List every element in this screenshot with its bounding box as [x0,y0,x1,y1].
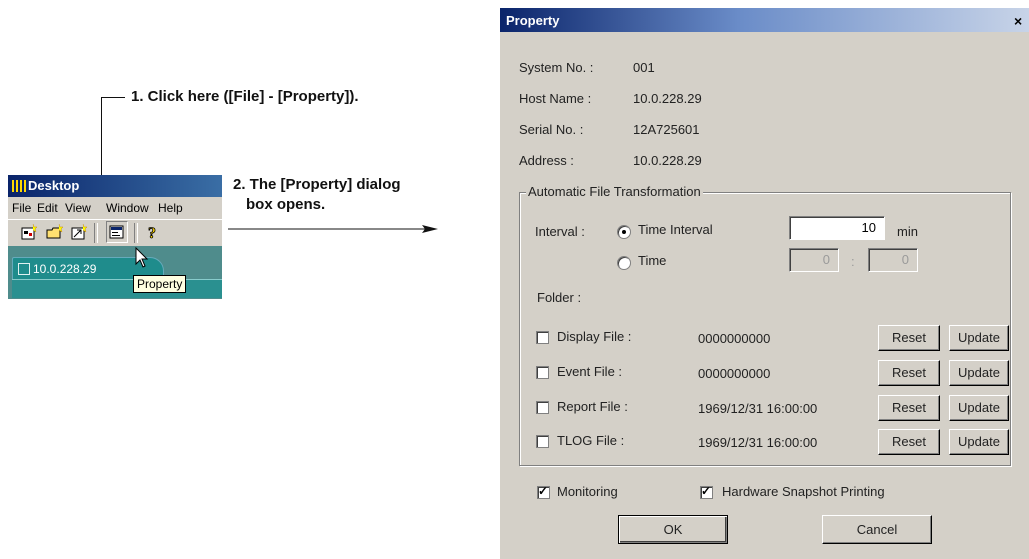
event-reset-button[interactable]: Reset [878,360,940,386]
snapshot-printing-label: Hardware Snapshot Printing [722,484,885,499]
callout-step2-line1: 2. The [Property] dialog [233,176,401,193]
import-icon[interactable] [70,223,88,241]
host-tab-label: 10.0.228.29 [33,262,97,276]
display-file-value: 0000000000 [698,331,771,346]
menu-help[interactable]: Help [158,201,183,215]
report-file-checkbox[interactable] [536,401,549,414]
report-update-button[interactable]: Update [949,395,1009,421]
snapshot-printing-checkbox[interactable]: ✓ [700,484,713,499]
menu-file[interactable]: File [12,201,31,215]
toolbar-separator [94,223,98,243]
time-radio[interactable] [617,256,631,270]
display-reset-button[interactable]: Reset [878,325,940,351]
interval-input[interactable]: 10 [789,216,885,240]
address-value: 10.0.228.29 [633,153,702,168]
callout1-leader-horizontal [101,97,125,98]
folder-label: Folder : [537,290,582,305]
host-panel [12,279,222,298]
serial-no-label: Serial No. : [519,122,584,137]
report-reset-button[interactable]: Reset [878,395,940,421]
display-file-label: Display File : [557,329,632,344]
event-file-label: Event File : [557,364,623,379]
host-tab-checkbox[interactable] [18,263,30,275]
property-dialog: Property × System No. : 001 Host Name : … [499,7,1029,559]
desktop-window: Desktop File Edit View Window Help ? 10.… [8,175,222,299]
desktop-title-bar: Desktop [8,175,222,197]
ok-button[interactable]: OK [618,515,728,544]
menu-edit[interactable]: Edit [37,201,58,215]
property-tooltip: Property [133,275,187,293]
mouse-cursor-icon [135,247,149,268]
tlog-reset-button[interactable]: Reset [878,429,940,455]
monitoring-label: Monitoring [557,484,618,499]
cancel-button[interactable]: Cancel [822,515,932,544]
tlog-file-value: 1969/12/31 16:00:00 [698,435,818,450]
serial-no-value: 12A725601 [633,122,700,137]
toolbar-separator [134,223,138,243]
time-interval-radio[interactable] [617,225,631,239]
time-separator: : [851,254,855,269]
desktop-menubar: File Edit View Window Help [8,198,222,218]
dialog-title-bar: Property × [500,8,1029,32]
tlog-file-checkbox[interactable] [536,435,549,448]
auto-transform-group-title: Automatic File Transformation [526,184,703,199]
menu-view[interactable]: View [65,201,91,215]
property-icon [109,225,124,239]
display-update-button[interactable]: Update [949,325,1009,351]
event-update-button[interactable]: Update [949,360,1009,386]
desktop-app-icon [12,180,26,192]
callout-step1: 1. Click here ([File] - [Property]). [131,88,359,105]
desktop-title: Desktop [28,178,80,193]
desktop-workspace: 10.0.228.29 [8,246,222,299]
new-desktop-icon[interactable] [20,223,38,241]
system-no-label: System No. : [519,60,594,75]
svg-text:?: ? [148,225,156,241]
time-hour-input[interactable]: 0 [789,248,839,272]
report-file-label: Report File : [557,399,628,414]
property-button[interactable] [106,221,128,243]
event-file-value: 0000000000 [698,366,771,381]
dialog-title: Property [506,13,560,28]
desktop-toolbar: ? [8,219,222,247]
report-file-value: 1969/12/31 16:00:00 [698,401,818,416]
help-icon[interactable]: ? [144,223,162,241]
checkmark-icon: ✓ [701,484,712,498]
event-file-checkbox[interactable] [536,366,549,379]
checkmark-icon: ✓ [538,484,549,498]
tlog-update-button[interactable]: Update [949,429,1009,455]
time-label: Time [638,253,667,268]
address-label: Address : [519,153,574,168]
system-no-value: 001 [633,60,655,75]
interval-label: Interval : [535,224,585,239]
menu-window[interactable]: Window [106,201,149,215]
host-name-value: 10.0.228.29 [633,91,702,106]
monitoring-checkbox[interactable]: ✓ [537,484,550,499]
close-icon[interactable]: × [1014,13,1022,29]
radio-selected-dot [622,230,626,234]
display-file-checkbox[interactable] [536,331,549,344]
tlog-file-label: TLOG File : [557,433,625,448]
time-minute-input[interactable]: 0 [868,248,918,272]
callout-step2-line2: box opens. [246,196,326,213]
callout2-arrow [228,225,438,233]
time-interval-label: Time Interval [638,222,713,237]
open-folder-icon[interactable] [46,223,64,241]
host-name-label: Host Name : [519,91,592,106]
interval-unit: min [897,224,918,239]
